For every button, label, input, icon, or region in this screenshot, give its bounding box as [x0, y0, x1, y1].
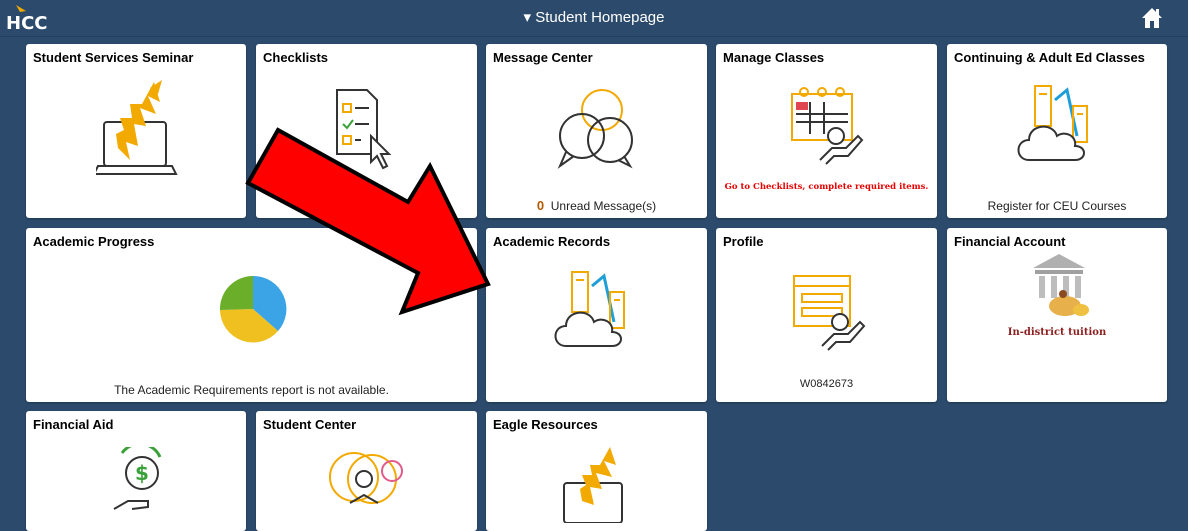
eagle-laptop-icon: [96, 80, 178, 175]
tile-title: Profile: [723, 234, 764, 249]
profile-form-icon: [793, 275, 866, 351]
tuition-note: In-district tuition: [1007, 327, 1107, 338]
tile-continuing-adult-ed[interactable]: Continuing & Adult Ed Classes Register f…: [947, 44, 1167, 218]
home-icon: [1142, 8, 1162, 28]
tile-message-center[interactable]: Message Center 0 Unread Message(s): [486, 44, 707, 218]
tile-academic-progress[interactable]: Academic Progress The Academic Requireme…: [26, 228, 477, 402]
tile-title: Student Center: [263, 417, 357, 432]
tile-checklists[interactable]: Checklists: [256, 44, 477, 218]
tile-title: Student Services Seminar: [33, 50, 194, 65]
bank-coins-icon: [1033, 254, 1089, 316]
tile-financial-account[interactable]: Financial Account In-district tuition: [947, 228, 1167, 402]
tile-eagle-resources[interactable]: Eagle Resources: [486, 411, 707, 531]
tile-profile[interactable]: Profile W0842673: [716, 228, 937, 402]
tile-title: Message Center: [493, 50, 593, 65]
top-bar: HCC ▾ Student Homepage: [0, 0, 1188, 37]
unread-count: 0: [536, 198, 545, 213]
tile-title: Academic Progress: [33, 234, 155, 249]
cloud-buildings-icon: [1017, 85, 1088, 161]
dollar-hand-icon: $: [113, 447, 162, 510]
tile-manage-classes[interactable]: Manage Classes Go to Checklists, complet…: [716, 44, 937, 218]
chat-bubbles-icon: [557, 89, 633, 169]
unread-label: Unread Message(s): [550, 199, 657, 213]
unread-messages-footer: 0 Unread Message(s): [486, 198, 707, 213]
page-title[interactable]: ▾ Student Homepage: [0, 8, 1188, 26]
tile-title: Financial Aid: [33, 417, 114, 432]
tile-title: Manage Classes: [723, 50, 825, 65]
tile-title: Continuing & Adult Ed Classes: [954, 50, 1145, 65]
tile-student-services-seminar[interactable]: Student Services Seminar: [26, 44, 246, 218]
continuing-ed-footer: Register for CEU Courses: [987, 199, 1127, 213]
eagle-laptop-icon: [563, 447, 623, 523]
svg-text:$: $: [135, 461, 149, 485]
tile-title: Academic Records: [493, 234, 611, 249]
student-reading-icon: [329, 452, 403, 504]
cloud-buildings-icon: [554, 271, 625, 347]
academic-progress-footer: The Academic Requirements report is not …: [114, 383, 389, 397]
checklist-cursor-icon: [336, 89, 392, 170]
pie-chart-icon: [219, 275, 287, 343]
profile-id: W0842673: [799, 378, 854, 390]
tile-title: Financial Account: [954, 234, 1066, 249]
tile-title: Checklists: [263, 50, 329, 65]
home-button[interactable]: [1139, 5, 1165, 31]
calendar-person-icon: [791, 87, 864, 165]
tile-student-center[interactable]: Student Center: [256, 411, 477, 531]
tile-title: Eagle Resources: [493, 417, 598, 432]
manage-classes-note: Go to Checklists, complete required item…: [724, 182, 929, 192]
tile-financial-aid[interactable]: Financial Aid $: [26, 411, 246, 531]
tile-academic-records[interactable]: Academic Records: [486, 228, 707, 402]
